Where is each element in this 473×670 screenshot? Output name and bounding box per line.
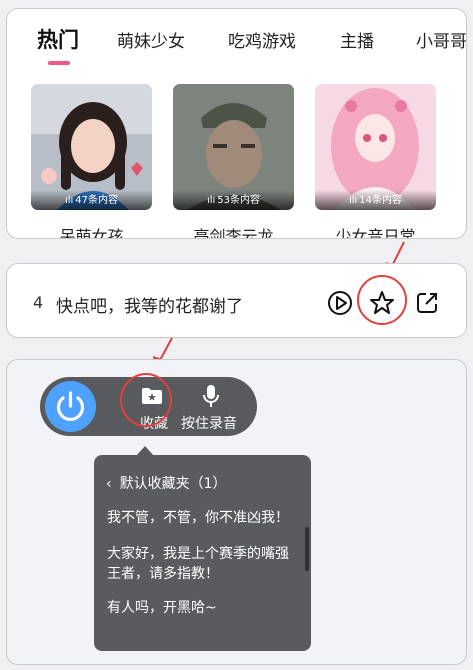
sound-pack-card[interactable]: ılı 53条内容 亮剑李云龙 <box>173 84 294 238</box>
sound-pack-card[interactable]: ılı 47条内容 呆萌女孩 <box>31 84 152 238</box>
microphone-icon <box>203 385 219 407</box>
category-tabs: 热门 萌妹少女 吃鸡游戏 主播 小哥哥 <box>7 9 466 67</box>
folder-title: 默认收藏夹（1） <box>119 476 227 492</box>
phrase-index: 4 <box>33 293 44 312</box>
tab-cute-girl[interactable]: 萌妹少女 <box>117 27 185 52</box>
content-count: ılı 14条内容 <box>315 190 436 210</box>
card-thumbnail: ılı 47条内容 <box>31 84 152 210</box>
tab-little-brother[interactable]: 小哥哥 <box>416 27 466 52</box>
phrase-row-panel: 4 快点吧，我等的花都谢了 <box>6 263 467 338</box>
tab-streamer[interactable]: 主播 <box>340 27 374 52</box>
popup-pointer <box>136 446 154 456</box>
power-button[interactable] <box>45 381 96 432</box>
content-count: ılı 53条内容 <box>173 190 294 210</box>
highlight-circle <box>120 373 172 427</box>
sound-pack-card[interactable]: ılı 14条内容 少女音日常 <box>315 84 436 238</box>
sound-category-panel: 热门 萌妹少女 吃鸡游戏 主播 小哥哥 ılı 47条内容 呆萌女孩 ılı 5… <box>6 8 467 239</box>
popup-scrollbar[interactable] <box>305 527 309 571</box>
favorite-phrase-item[interactable]: 大家好，我是上个赛季的嘴强王者，请多指教！ <box>107 544 301 584</box>
card-title: 少女音日常 <box>335 227 416 239</box>
content-count: ılı 47条内容 <box>31 190 152 210</box>
edit-share-icon[interactable] <box>412 288 442 318</box>
voice-assistant-panel: 收藏 按住录音 ‹ 默认收藏夹（1） 我不管，不管，你不准凶我！ 大家好，我是上个… <box>6 359 467 665</box>
active-tab-indicator <box>48 61 70 65</box>
card-thumbnail: ılı 53条内容 <box>173 84 294 210</box>
power-icon <box>56 391 85 421</box>
play-icon[interactable] <box>325 288 355 318</box>
card-title: 亮剑李云龙 <box>193 227 274 239</box>
hold-to-record-button[interactable]: 按住录音 <box>176 377 246 436</box>
card-title: 呆萌女孩 <box>59 227 124 239</box>
tab-hot[interactable]: 热门 <box>37 24 79 54</box>
star-icon[interactable] <box>367 288 397 318</box>
record-label: 按住录音 <box>181 416 237 432</box>
voice-floating-bar: 收藏 按住录音 <box>40 373 257 436</box>
favorites-popup: ‹ 默认收藏夹（1） 我不管，不管，你不准凶我！ 大家好，我是上个赛季的嘴强王者，… <box>94 446 311 651</box>
chevron-left-icon[interactable]: ‹ <box>106 476 112 492</box>
phrase-text[interactable]: 快点吧，我等的花都谢了 <box>56 292 243 317</box>
card-thumbnail: ılı 14条内容 <box>315 84 436 210</box>
favorites-folder-header[interactable]: ‹ 默认收藏夹（1） <box>106 473 227 493</box>
favorite-phrase-item[interactable]: 有人吗，开黑哈~ <box>107 598 301 618</box>
tab-pubg-game[interactable]: 吃鸡游戏 <box>228 27 296 52</box>
favorite-phrase-item[interactable]: 我不管，不管，你不准凶我！ <box>107 508 301 528</box>
